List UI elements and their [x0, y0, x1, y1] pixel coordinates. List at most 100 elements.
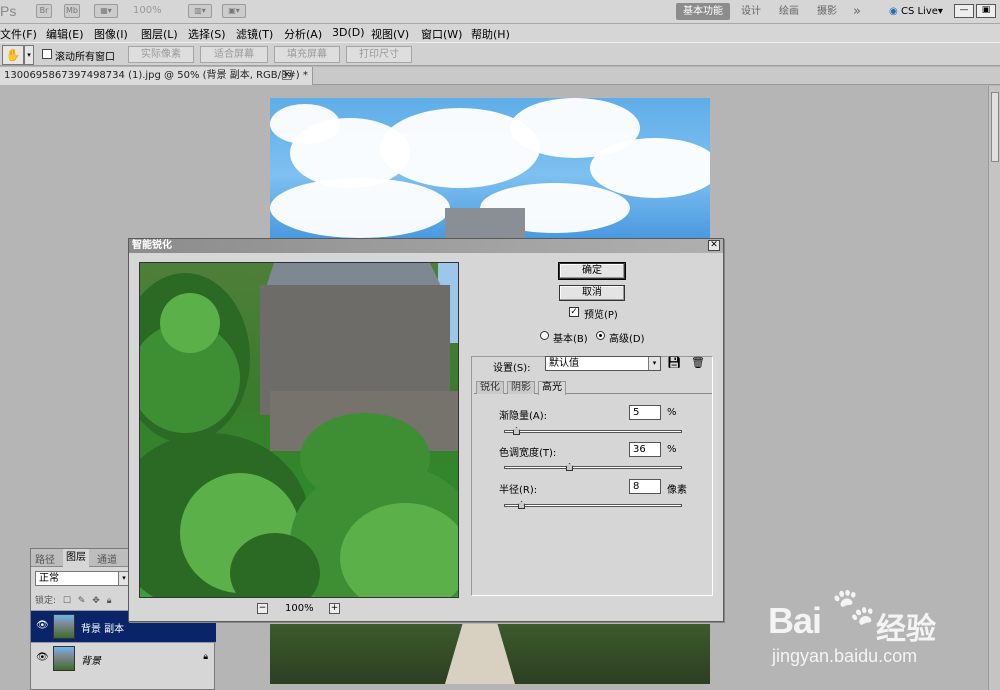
basic-radio[interactable] — [540, 331, 549, 340]
scroll-all-windows-checkbox[interactable] — [42, 49, 52, 59]
lock-row: 锁定: ☐ ✎ ✥ 🔒︎ — [35, 593, 112, 606]
menu-edit[interactable]: 编辑(E) — [46, 26, 84, 42]
menu-help[interactable]: 帮助(H) — [471, 26, 510, 42]
advanced-label: 高级(D) — [609, 334, 645, 345]
cancel-button[interactable]: 取消 — [559, 285, 625, 301]
menu-analysis[interactable]: 分析(A) — [284, 26, 322, 42]
screen-mode-icon[interactable]: ▣▾ — [222, 4, 246, 18]
menu-3d[interactable]: 3D(D) — [332, 26, 365, 39]
minimize-button[interactable]: — — [954, 4, 974, 18]
scrollbar-thumb[interactable] — [991, 92, 999, 162]
slider-knob[interactable] — [566, 463, 573, 471]
menu-filter[interactable]: 滤镜(T) — [236, 26, 273, 42]
menu-select[interactable]: 选择(S) — [188, 26, 226, 42]
dialog-titlebar[interactable]: 智能锐化 ✕ — [129, 239, 723, 253]
lock-position-icon[interactable]: ✥ — [92, 596, 100, 606]
castle-silhouette — [445, 208, 525, 238]
tonal-width-label: 色调宽度(T): — [499, 448, 557, 459]
options-bar: ✋ ▾ 滚动所有窗口 实际像素 适合屏幕 填充屏幕 打印尺寸 — [0, 42, 1000, 66]
zoom-in-button[interactable]: + — [329, 603, 340, 614]
tab-sharpen[interactable]: 锐化 — [476, 381, 504, 394]
zoom-out-button[interactable]: − — [257, 603, 268, 614]
document-image-bottom[interactable] — [270, 624, 710, 684]
ok-button[interactable]: 确定 — [558, 262, 626, 280]
tool-preset-dropdown[interactable]: ▾ — [24, 45, 34, 65]
bridge-button[interactable]: Br — [36, 4, 52, 18]
menu-window[interactable]: 窗口(W) — [421, 26, 462, 42]
slider-knob[interactable] — [513, 427, 520, 435]
more-workspaces-icon[interactable]: » — [848, 3, 866, 20]
radius-unit: 像素 — [667, 485, 687, 496]
lock-all-icon[interactable]: 🔒︎ — [107, 596, 112, 606]
document-image-top[interactable] — [270, 98, 710, 238]
view-extras-icon[interactable]: ▦▾ — [94, 4, 118, 18]
slider-knob[interactable] — [518, 501, 525, 509]
workspace-essentials[interactable]: 基本功能 — [676, 3, 730, 20]
layer-lock-icon: 🔒︎ — [203, 652, 208, 662]
settings-value: 默认值 — [549, 358, 579, 369]
slider-track — [504, 430, 682, 433]
layer-name: 背景 副本 — [81, 624, 125, 635]
preview-label: 预览(P) — [584, 310, 618, 321]
lock-image-icon[interactable]: ✎ — [78, 596, 86, 606]
fill-screen-button[interactable]: 填充屏幕 — [274, 46, 340, 63]
radius-input[interactable]: 8 — [629, 479, 661, 494]
watermark-brand-cn: 经验 — [876, 612, 936, 647]
layer-thumbnail — [53, 614, 75, 639]
zoom-level[interactable]: 100% — [133, 5, 162, 16]
workspace-painting[interactable]: 绘画 — [774, 3, 804, 20]
delete-settings-icon[interactable]: 🗑︎ — [691, 356, 705, 369]
preview-zoom-value: 100% — [285, 603, 314, 614]
tab-paths[interactable]: 路径 — [35, 551, 55, 566]
tab-highlight[interactable]: 高光 — [538, 381, 566, 395]
slider-track — [504, 466, 682, 469]
mini-bridge-button[interactable]: Mb — [64, 4, 80, 18]
layer-thumbnail — [53, 646, 75, 671]
dialog-title: 智能锐化 — [132, 240, 172, 251]
lock-transparent-icon[interactable]: ☐ — [63, 596, 71, 606]
tab-layers[interactable]: 图层 — [63, 549, 89, 567]
menu-layer[interactable]: 图层(L) — [141, 26, 178, 42]
filter-preview[interactable] — [139, 262, 459, 598]
menu-image[interactable]: 图像(I) — [94, 26, 128, 42]
smart-sharpen-dialog: 智能锐化 ✕ − 100% + 确定 取消 ✓ 预览(P) 基本(B) 高级(D… — [128, 238, 724, 622]
cs-live-button[interactable]: ◉ CS Live▾ — [886, 3, 946, 20]
scroll-all-windows-label: 滚动所有窗口 — [55, 52, 115, 63]
advanced-radio[interactable] — [596, 331, 605, 340]
menu-bar: 文件(F) 编辑(E) 图像(I) 图层(L) 选择(S) 滤镜(T) 分析(A… — [0, 24, 1000, 42]
fade-amount-slider[interactable] — [504, 426, 682, 438]
tonal-width-slider[interactable] — [504, 462, 682, 474]
preview-zoom-bar: − 100% + — [257, 602, 341, 616]
fit-screen-button[interactable]: 适合屏幕 — [200, 46, 268, 63]
eye-icon[interactable]: 👁︎ — [36, 652, 49, 663]
workspace-photography[interactable]: 摄影 — [812, 3, 842, 20]
eye-icon[interactable]: 👁︎ — [36, 620, 49, 631]
blend-mode-select[interactable]: 正常 ▾ — [35, 571, 130, 586]
settings-select[interactable]: 默认值 ▾ — [545, 356, 661, 371]
menu-view[interactable]: 视图(V) — [371, 26, 409, 42]
radius-slider[interactable] — [504, 500, 682, 512]
lock-label: 锁定: — [35, 596, 57, 606]
document-tab[interactable]: 1300695867397498734 (1).jpg @ 50% (背景 副本… — [0, 67, 313, 85]
tab-shadow[interactable]: 阴影 — [507, 381, 535, 394]
photoshop-logo: Ps — [0, 3, 17, 19]
vertical-scrollbar[interactable] — [988, 86, 1000, 690]
save-settings-icon[interactable]: 💾︎ — [667, 356, 681, 369]
hand-tool-icon[interactable]: ✋ — [2, 45, 24, 65]
bridge-image — [445, 624, 515, 684]
restore-button[interactable]: ▣ — [976, 4, 996, 18]
menu-file[interactable]: 文件(F) — [0, 26, 37, 42]
tonal-width-input[interactable]: 36 — [629, 442, 661, 457]
close-icon[interactable]: ✕ — [708, 240, 720, 251]
cs-live-label: CS Live — [900, 6, 938, 17]
close-document-icon[interactable]: ✕ — [282, 70, 292, 80]
tonal-width-unit: % — [667, 444, 677, 455]
print-size-button[interactable]: 打印尺寸 — [346, 46, 412, 63]
layer-row-background[interactable]: 👁︎ 背景 🔒︎ — [31, 642, 216, 674]
workspace-design[interactable]: 设计 — [736, 3, 766, 20]
fade-amount-input[interactable]: 5 — [629, 405, 661, 420]
actual-pixels-button[interactable]: 实际像素 — [128, 46, 194, 63]
preview-checkbox[interactable]: ✓ — [569, 307, 579, 317]
arrange-documents-icon[interactable]: ▥▾ — [188, 4, 212, 18]
tab-channels[interactable]: 通道 — [97, 551, 117, 566]
